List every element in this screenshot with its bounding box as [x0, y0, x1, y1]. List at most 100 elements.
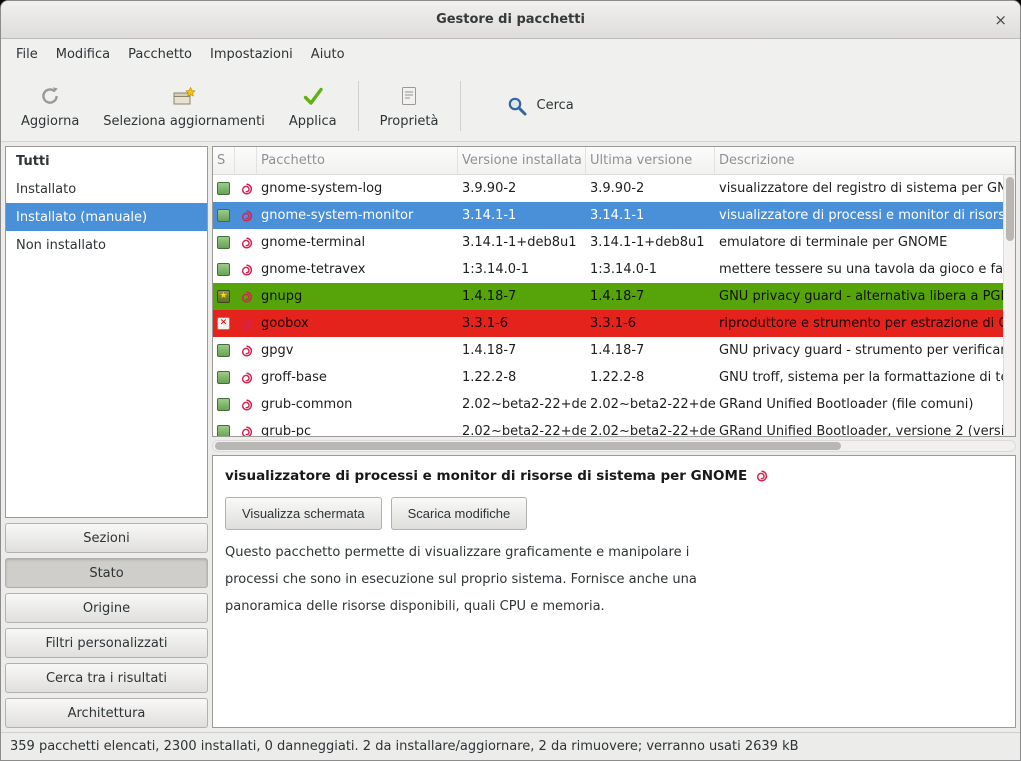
details-buttons: Visualizza schermata Scarica modifiche	[225, 497, 1003, 530]
package-description: GNU troff, sistema per la formattazione …	[715, 370, 1003, 385]
properties-button[interactable]: Proprietà	[368, 78, 451, 134]
status-installed-icon	[217, 209, 230, 222]
apply-button[interactable]: Applica	[277, 78, 349, 134]
filter-all[interactable]: Tutti	[6, 147, 207, 175]
latest-version: 1.4.18-7	[586, 343, 715, 358]
column-header-status[interactable]: S	[213, 147, 235, 174]
search-label: Cerca	[537, 98, 574, 113]
filter-not-installed[interactable]: Non installato	[6, 231, 207, 259]
latest-version: 1.22.2-8	[586, 370, 715, 385]
apply-check-icon	[301, 83, 325, 109]
status-installed-icon	[217, 236, 230, 249]
debian-swirl-icon	[239, 236, 253, 250]
menu-package[interactable]: Pacchetto	[119, 41, 201, 68]
installed-version: 1.4.18-7	[458, 343, 586, 358]
details-description-line: Questo pacchetto permette di visualizzar…	[225, 539, 1003, 566]
toolbar-separator	[358, 81, 359, 131]
download-changelog-button[interactable]: Scarica modifiche	[391, 497, 528, 530]
vertical-scrollbar[interactable]	[1003, 175, 1015, 436]
debian-swirl-icon	[239, 263, 253, 277]
architecture-button[interactable]: Architettura	[5, 698, 208, 728]
debian-swirl-icon	[239, 398, 253, 412]
statusbar-text: 359 pacchetti elencati, 2300 installati,…	[10, 739, 799, 754]
installed-version: 1.22.2-8	[458, 370, 586, 385]
status-installed-icon	[217, 182, 230, 195]
titlebar: Gestore di pacchetti ×	[1, 1, 1020, 39]
package-description: mettere tessere su una tavola da gioco e…	[715, 262, 1003, 277]
debian-swirl-icon	[754, 469, 768, 483]
horizontal-scrollbar-thumb[interactable]	[215, 442, 841, 450]
statusbar: 359 pacchetti elencati, 2300 installati,…	[1, 732, 1020, 760]
search-results-button[interactable]: Cerca tra i risultati	[5, 663, 208, 693]
table-header: S Pacchetto Versione installata Ultima v…	[213, 147, 1015, 175]
installed-version: 2.02~beta2-22+deb8u1	[458, 424, 586, 436]
table-row[interactable]: gnome-system-log 3.9.90-2 3.9.90-2 visua…	[213, 175, 1003, 202]
latest-version: 2.02~beta2-22+deb8u1	[586, 424, 715, 436]
table-row[interactable]: groff-base 1.22.2-8 1.22.2-8 GNU troff, …	[213, 364, 1003, 391]
package-description: riproduttore e strumento per estrazione …	[715, 316, 1003, 331]
menu-file[interactable]: File	[7, 41, 47, 68]
mark-upgrades-icon	[171, 83, 197, 109]
column-header-description[interactable]: Descrizione	[715, 147, 1015, 174]
filter-installed-manual[interactable]: Installato (manuale)	[6, 203, 207, 231]
table-row-marked-remove[interactable]: goobox 3.3.1-6 3.3.1-6 riproduttore e st…	[213, 310, 1003, 337]
installed-version: 2.02~beta2-22+deb8u1	[458, 397, 586, 412]
latest-version: 1.4.18-7	[586, 289, 715, 304]
refresh-button[interactable]: Aggiorna	[9, 78, 91, 134]
table-row[interactable]: gpgv 1.4.18-7 1.4.18-7 GNU privacy guard…	[213, 337, 1003, 364]
status-remove-icon	[217, 317, 230, 330]
column-header-supported[interactable]	[235, 147, 257, 174]
table-row-selected[interactable]: gnome-system-monitor 3.14.1-1 3.14.1-1 v…	[213, 202, 1003, 229]
status-button[interactable]: Stato	[5, 558, 208, 588]
package-name: gnome-tetravex	[257, 262, 458, 277]
origin-button[interactable]: Origine	[5, 593, 208, 623]
view-screenshot-button[interactable]: Visualizza schermata	[225, 497, 382, 530]
table-row[interactable]: gnome-tetravex 1:3.14.0-1 1:3.14.0-1 met…	[213, 256, 1003, 283]
custom-filters-button[interactable]: Filtri personalizzati	[5, 628, 208, 658]
horizontal-scrollbar[interactable]	[212, 440, 1016, 452]
table-row[interactable]: gnome-terminal 3.14.1-1+deb8u1 3.14.1-1+…	[213, 229, 1003, 256]
filter-installed[interactable]: Installato	[6, 175, 207, 203]
column-header-installed-version[interactable]: Versione installata	[458, 147, 586, 174]
table-row[interactable]: grub-pc 2.02~beta2-22+deb8u1 2.02~beta2-…	[213, 418, 1003, 436]
installed-version: 1:3.14.0-1	[458, 262, 586, 277]
status-installed-icon	[217, 425, 230, 436]
menu-edit[interactable]: Modifica	[47, 41, 119, 68]
synaptic-window: Gestore di pacchetti × File Modifica Pac…	[0, 0, 1021, 761]
package-description: emulatore di terminale per GNOME	[715, 235, 1003, 250]
mark-all-upgrades-button[interactable]: Seleziona aggiornamenti	[91, 78, 277, 134]
sections-button[interactable]: Sezioni	[5, 523, 208, 553]
menu-settings[interactable]: Impostazioni	[201, 41, 302, 68]
main-content: Tutti Installato Installato (manuale) No…	[1, 142, 1020, 732]
debian-swirl-icon	[239, 209, 253, 223]
window-title: Gestore di pacchetti	[436, 12, 585, 27]
column-header-latest-version[interactable]: Ultima versione	[586, 147, 715, 174]
package-name: grub-common	[257, 397, 458, 412]
table-row-marked-upgrade[interactable]: gnupg 1.4.18-7 1.4.18-7 GNU privacy guar…	[213, 283, 1003, 310]
vertical-scrollbar-thumb[interactable]	[1006, 177, 1014, 241]
details-title: visualizzatore di processi e monitor di …	[225, 468, 1003, 484]
properties-icon	[397, 83, 421, 109]
debian-swirl-icon	[239, 317, 253, 331]
close-icon[interactable]: ×	[994, 11, 1007, 29]
left-panel: Tutti Installato Installato (manuale) No…	[5, 146, 208, 728]
search-icon	[506, 93, 528, 119]
details-description-line: processi che sono in esecuzione sul prop…	[225, 566, 1003, 593]
filter-list: Tutti Installato Installato (manuale) No…	[5, 146, 208, 518]
package-description: visualizzatore del registro di sistema p…	[715, 181, 1003, 196]
installed-version: 3.14.1-1+deb8u1	[458, 235, 586, 250]
menu-help[interactable]: Aiuto	[302, 41, 354, 68]
table-row[interactable]: grub-common 2.02~beta2-22+deb8u1 2.02~be…	[213, 391, 1003, 418]
search-button[interactable]: Cerca	[488, 81, 592, 131]
column-header-package[interactable]: Pacchetto	[257, 147, 458, 174]
debian-swirl-icon	[239, 290, 253, 304]
package-name: gnome-terminal	[257, 235, 458, 250]
refresh-label: Aggiorna	[21, 114, 79, 129]
debian-swirl-icon	[239, 371, 253, 385]
refresh-icon	[38, 83, 62, 109]
toolbar-separator	[460, 81, 461, 131]
mark-upgrades-label: Seleziona aggiornamenti	[103, 114, 265, 129]
package-name: goobox	[257, 316, 458, 331]
installed-version: 3.14.1-1	[458, 208, 586, 223]
properties-label: Proprietà	[380, 114, 439, 129]
